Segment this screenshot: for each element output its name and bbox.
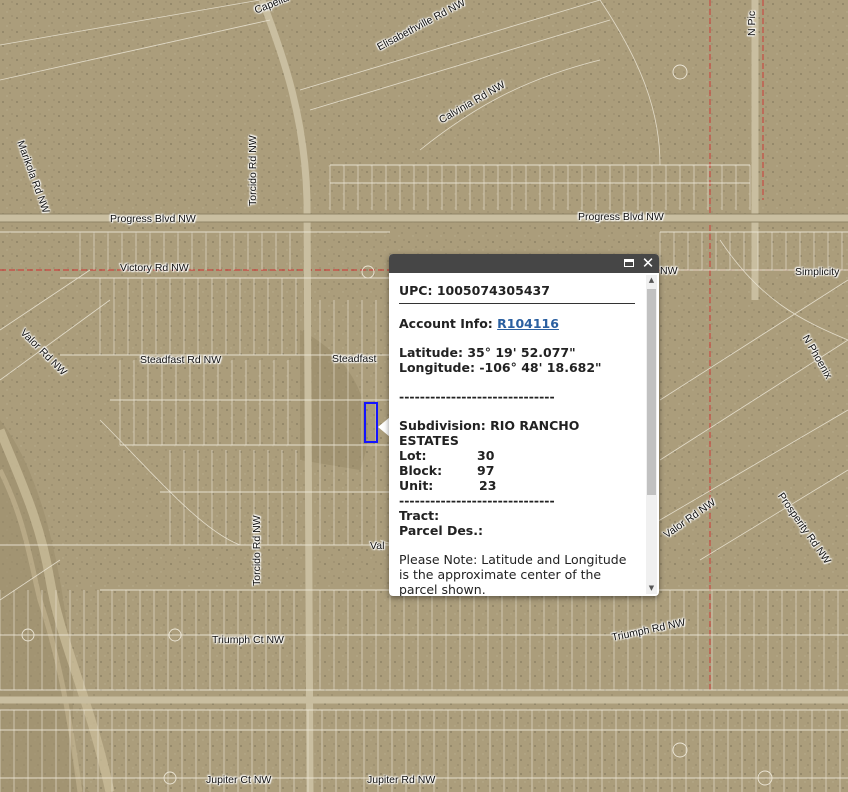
latitude-row: Latitude: 35° 19' 52.077" xyxy=(399,345,635,360)
road-label-jupiter-ct: Jupiter Ct NW xyxy=(206,774,272,786)
unit-label: Unit: xyxy=(399,478,434,493)
block-row: Block: 97 xyxy=(399,463,635,478)
parcel-des-label: Parcel Des.: xyxy=(399,523,483,538)
unit-value: 23 xyxy=(479,478,497,493)
subdivision-row: Subdivision: RIO RANCHO ESTATES xyxy=(399,418,635,448)
popup-note: Please Note: Latitude and Longitude is t… xyxy=(399,552,627,596)
road-label-steadfast-mid: Steadfast xyxy=(332,353,377,365)
account-link[interactable]: R104116 xyxy=(497,316,559,331)
scroll-up-arrow-icon[interactable]: ▲ xyxy=(646,275,657,286)
scroll-down-arrow-icon[interactable]: ▼ xyxy=(646,583,657,594)
longitude-value: -106° 48' 18.682" xyxy=(479,360,602,375)
unit-row: Unit: 23 xyxy=(399,478,635,493)
account-label: Account Info: xyxy=(399,316,493,331)
block-label: Block: xyxy=(399,463,443,478)
lot-row: Lot: 30 xyxy=(399,448,635,463)
popup-titlebar: ✕ xyxy=(389,254,659,273)
road-label-steadfast-west: Steadfast Rd NW xyxy=(140,354,222,366)
close-icon[interactable]: ✕ xyxy=(640,255,656,271)
upc-label: UPC: xyxy=(399,283,433,298)
tract-label: Tract: xyxy=(399,508,440,523)
road-label-valor-mid: Val xyxy=(370,540,385,552)
scroll-thumb[interactable] xyxy=(647,289,656,495)
longitude-row: Longitude: -106° 48' 18.682" xyxy=(399,360,635,375)
subdivision-label: Subdivision: xyxy=(399,418,486,433)
road-label-simplicity: Simplicity xyxy=(795,266,840,278)
selected-parcel-outline[interactable] xyxy=(364,402,378,443)
separator-2: ------------------------------ xyxy=(399,493,555,508)
road-label-torcido-north: Torcido Rd NW xyxy=(247,135,259,206)
road-label-triumph-west: Triumph Ct NW xyxy=(212,634,284,646)
separator-1: ------------------------------ xyxy=(399,389,555,404)
road-label-progress-east: Progress Blvd NW xyxy=(578,211,664,223)
popup-scrollbar[interactable]: ▲ ▼ xyxy=(646,275,657,594)
parcel-info-popup: ✕ UPC: 1005074305437 Account Info: R1041… xyxy=(389,254,659,596)
lot-value: 30 xyxy=(477,448,495,463)
road-label-torcido-south: Torcido Rd NW xyxy=(251,515,263,586)
latitude-value: 35° 19' 52.077" xyxy=(467,345,576,360)
road-label-victory-east: NW xyxy=(660,265,678,277)
maximize-icon[interactable] xyxy=(621,255,637,271)
longitude-label: Longitude: xyxy=(399,360,475,375)
road-label-n-pic: N Pic xyxy=(746,10,758,36)
account-row: Account Info: R104116 xyxy=(399,316,635,331)
lot-label: Lot: xyxy=(399,448,427,463)
block-value: 97 xyxy=(477,463,495,478)
road-label-jupiter-rd: Jupiter Rd NW xyxy=(367,774,436,786)
road-label-progress-west: Progress Blvd NW xyxy=(110,213,196,225)
upc-value: 1005074305437 xyxy=(436,283,550,298)
road-label-victory: Victory Rd NW xyxy=(120,262,189,274)
popup-content: UPC: 1005074305437 Account Info: R104116… xyxy=(389,273,645,596)
latitude-label: Latitude: xyxy=(399,345,463,360)
upc-row: UPC: 1005074305437 xyxy=(399,283,635,304)
